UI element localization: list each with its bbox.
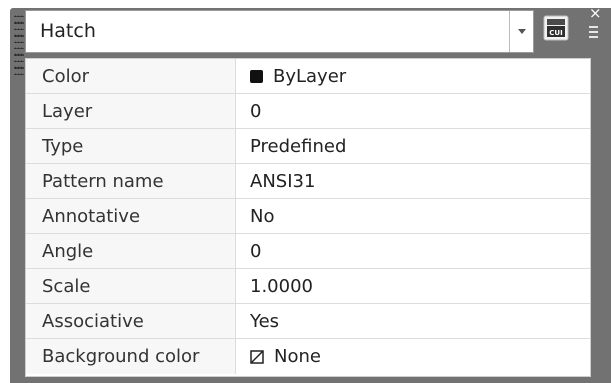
property-label: Layer [26, 94, 236, 128]
property-label: Associative [26, 304, 236, 338]
background-color-value-text: None [274, 346, 321, 367]
property-row-color[interactable]: Color ByLayer [26, 59, 590, 94]
property-row-background-color[interactable]: Background color None [26, 339, 590, 374]
property-row-scale[interactable]: Scale 1.0000 [26, 269, 590, 304]
property-label: Color [26, 59, 236, 93]
property-label: Annotative [26, 199, 236, 233]
none-color-icon [250, 349, 264, 364]
close-icon[interactable]: × [589, 6, 602, 21]
dropdown-arrow-button[interactable] [509, 11, 533, 52]
property-row-layer[interactable]: Layer 0 [26, 94, 590, 129]
property-row-pattern-name[interactable]: Pattern name ANSI31 [26, 164, 590, 199]
object-type-dropdown[interactable]: Hatch [25, 10, 534, 53]
cui-icon: CUI [543, 15, 569, 41]
property-row-annotative[interactable]: Annotative No [26, 199, 590, 234]
property-value[interactable]: 1.0000 [236, 269, 590, 303]
property-value[interactable]: 0 [236, 94, 590, 128]
property-value[interactable]: Predefined [236, 129, 590, 163]
cui-button[interactable]: CUI [541, 14, 571, 44]
property-value[interactable]: 0 [236, 234, 590, 268]
property-label: Angle [26, 234, 236, 268]
property-value[interactable]: None [236, 339, 590, 374]
property-label: Type [26, 129, 236, 163]
color-value-text: ByLayer [273, 65, 347, 87]
property-value[interactable]: No [236, 199, 590, 233]
property-value[interactable]: ANSI31 [236, 164, 590, 198]
property-row-angle[interactable]: Angle 0 [26, 234, 590, 269]
property-row-type[interactable]: Type Predefined [26, 129, 590, 164]
object-type-value: Hatch [40, 20, 96, 42]
property-value[interactable]: Yes [236, 304, 590, 338]
property-row-associative[interactable]: Associative Yes [26, 304, 590, 339]
properties-grid: Color ByLayer Layer 0 Type Predefined Pa… [25, 58, 591, 377]
property-label: Scale [26, 269, 236, 303]
color-swatch-icon [250, 69, 263, 83]
property-value[interactable]: ByLayer [236, 59, 590, 93]
palette-options-icon[interactable] [589, 26, 598, 41]
cui-label: CUI [549, 29, 562, 37]
property-label: Background color [26, 339, 236, 374]
chevron-down-icon [517, 29, 526, 34]
property-label: Pattern name [26, 164, 236, 198]
